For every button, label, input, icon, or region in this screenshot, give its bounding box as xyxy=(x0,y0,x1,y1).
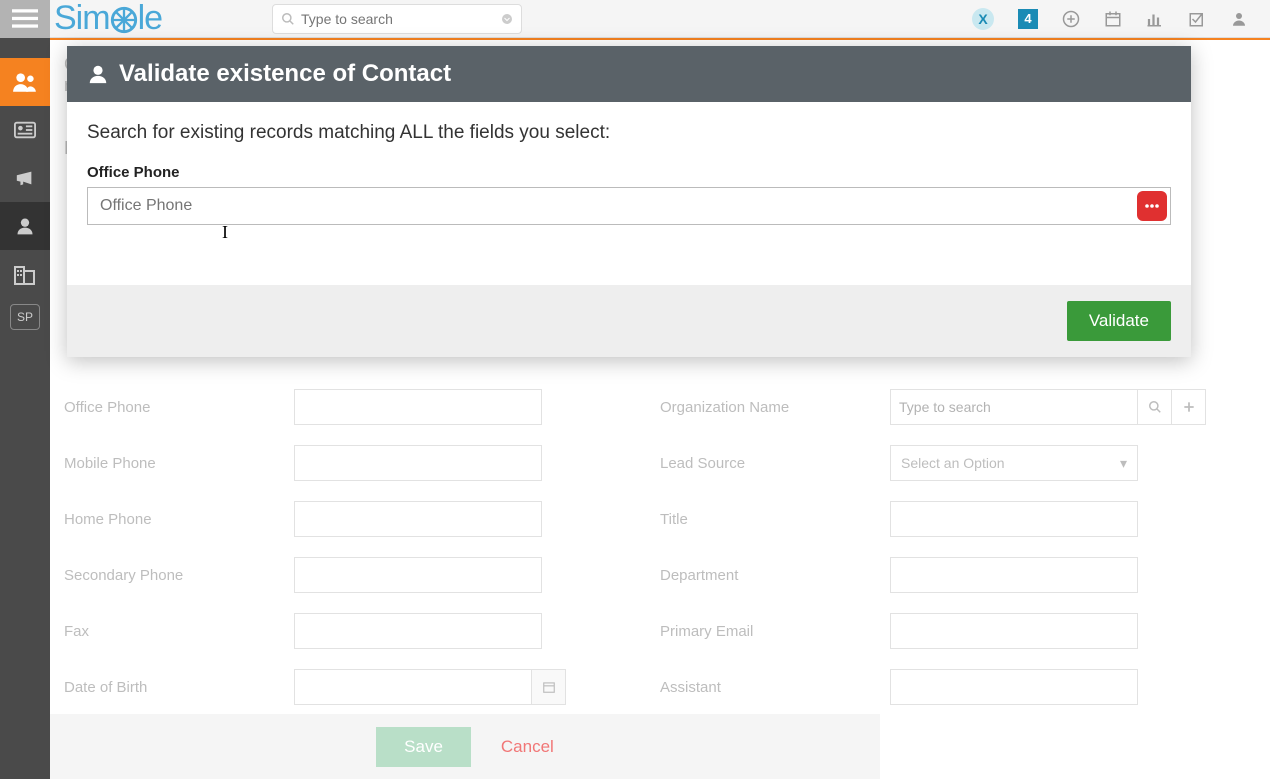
modal-body: Search for existing records matching ALL… xyxy=(67,102,1191,245)
checkbox-icon[interactable] xyxy=(1188,10,1206,28)
save-button[interactable]: Save xyxy=(376,727,471,767)
label-org: Organization Name xyxy=(660,399,890,416)
modal-office-phone-input[interactable] xyxy=(87,187,1171,225)
label-secondary-phone: Secondary Phone xyxy=(64,567,294,584)
chevron-down-icon[interactable] xyxy=(501,13,513,25)
label-office-phone: Office Phone xyxy=(64,399,294,416)
dob-picker-button[interactable] xyxy=(532,669,566,705)
global-search-input[interactable] xyxy=(301,11,501,27)
department-input[interactable] xyxy=(890,557,1138,593)
label-mobile-phone: Mobile Phone xyxy=(64,455,294,472)
sidebar-item-org[interactable] xyxy=(0,250,50,298)
sidebar-item-campaigns[interactable] xyxy=(0,154,50,202)
global-search[interactable] xyxy=(272,4,522,34)
org-input[interactable] xyxy=(890,389,1138,425)
label-fax: Fax xyxy=(64,623,294,640)
person-icon xyxy=(15,216,35,236)
search-icon xyxy=(1148,400,1162,414)
chevron-down-icon: ▾ xyxy=(1120,455,1127,472)
modal-header: Validate existence of Contact xyxy=(67,46,1191,102)
people-icon xyxy=(12,71,38,93)
plus-icon xyxy=(1182,400,1196,414)
label-home-phone: Home Phone xyxy=(64,511,294,528)
calendar-icon[interactable] xyxy=(1104,10,1122,28)
building-icon xyxy=(13,263,37,285)
text-cursor: I xyxy=(222,222,228,243)
bullhorn-icon xyxy=(14,168,36,188)
home-phone-input[interactable] xyxy=(294,501,542,537)
field-label-office-phone: Office Phone xyxy=(87,164,1171,181)
badge-x-icon[interactable]: X xyxy=(972,8,994,30)
field-options-button[interactable] xyxy=(1137,191,1167,221)
form-footer: Save Cancel xyxy=(50,714,880,779)
label-department: Department xyxy=(660,567,890,584)
assistant-input[interactable] xyxy=(890,669,1138,705)
sidebar-item-card[interactable] xyxy=(0,106,50,154)
label-lead-source: Lead Source xyxy=(660,455,890,472)
logo: Simle xyxy=(54,0,162,38)
person-icon xyxy=(87,63,109,85)
badge-count-icon[interactable]: 4 xyxy=(1018,9,1038,29)
label-assistant: Assistant xyxy=(660,679,890,696)
title-input[interactable] xyxy=(890,501,1138,537)
sidebar-item-user[interactable] xyxy=(0,202,50,250)
org-add-button[interactable] xyxy=(1172,389,1206,425)
lead-source-select[interactable]: Select an Option▾ xyxy=(890,445,1138,481)
fax-input[interactable] xyxy=(294,613,542,649)
org-search-button[interactable] xyxy=(1138,389,1172,425)
sidebar: SP xyxy=(0,38,50,779)
ellipsis-icon xyxy=(1144,203,1160,209)
dob-input[interactable] xyxy=(294,669,532,705)
modal-footer: Validate xyxy=(67,285,1191,357)
sidebar-item-contacts[interactable] xyxy=(0,58,50,106)
calendar-icon xyxy=(542,680,556,694)
hamburger-icon xyxy=(12,9,38,29)
gear-icon xyxy=(110,6,138,34)
secondary-phone-input[interactable] xyxy=(294,557,542,593)
validate-modal: Validate existence of Contact Search for… xyxy=(67,46,1191,357)
office-phone-input[interactable] xyxy=(294,389,542,425)
sidebar-sp-badge[interactable]: SP xyxy=(10,304,40,330)
topbar-actions: X 4 xyxy=(972,8,1270,30)
modal-title: Validate existence of Contact xyxy=(119,60,451,88)
label-primary-email: Primary Email xyxy=(660,623,890,640)
modal-instruction: Search for existing records matching ALL… xyxy=(87,122,1171,144)
cancel-button[interactable]: Cancel xyxy=(501,737,554,757)
chart-icon[interactable] xyxy=(1146,10,1164,28)
label-title: Title xyxy=(660,511,890,528)
mobile-phone-input[interactable] xyxy=(294,445,542,481)
topbar: Simle X 4 xyxy=(0,0,1270,38)
search-icon xyxy=(281,12,295,26)
user-icon[interactable] xyxy=(1230,10,1248,28)
label-dob: Date of Birth xyxy=(64,679,294,696)
validate-button[interactable]: Validate xyxy=(1067,301,1171,341)
plus-icon[interactable] xyxy=(1062,10,1080,28)
menu-toggle[interactable] xyxy=(0,0,50,38)
card-icon xyxy=(14,121,36,139)
primary-email-input[interactable] xyxy=(890,613,1138,649)
